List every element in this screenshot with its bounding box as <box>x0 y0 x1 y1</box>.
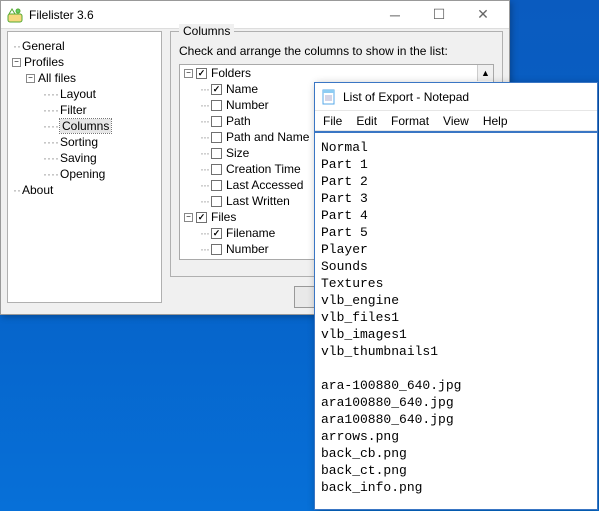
close-window-button[interactable]: ✕ <box>461 1 505 29</box>
app-icon <box>7 7 23 23</box>
menu-view[interactable]: View <box>443 114 469 128</box>
checkbox[interactable] <box>211 196 222 207</box>
nav-item-label: Saving <box>60 151 97 165</box>
collapse-icon[interactable]: − <box>184 213 193 222</box>
nav-item-saving[interactable]: ····Saving <box>12 150 157 166</box>
notepad-window: List of Export - Notepad File Edit Forma… <box>314 82 598 510</box>
notepad-separator <box>315 131 597 133</box>
column-item-label: Path and Name <box>226 130 309 144</box>
nav-item-label: Sorting <box>60 135 98 149</box>
columns-desc: Check and arrange the columns to show in… <box>179 44 494 58</box>
checkbox[interactable] <box>211 164 222 175</box>
column-item-label: Size <box>226 146 249 160</box>
column-group[interactable]: − Folders <box>180 65 493 81</box>
column-item-label: Last Accessed <box>226 178 303 192</box>
column-item-label: Creation Time <box>226 162 301 176</box>
column-item-label: Number <box>226 242 269 256</box>
checkbox[interactable] <box>211 84 222 95</box>
menu-format[interactable]: Format <box>391 114 429 128</box>
filelister-title: Filelister 3.6 <box>29 8 373 22</box>
checkbox[interactable] <box>211 116 222 127</box>
notepad-icon <box>321 89 337 105</box>
nav-item-label: Filter <box>60 103 87 117</box>
collapse-icon[interactable]: − <box>184 69 193 78</box>
collapse-icon[interactable]: − <box>12 58 21 67</box>
nav-item-filter[interactable]: ····Filter <box>12 102 157 118</box>
column-item-label: Path <box>226 258 251 260</box>
nav-item-label: Layout <box>60 87 96 101</box>
nav-item-profiles[interactable]: − Profiles <box>12 54 157 70</box>
nav-item-layout[interactable]: ····Layout <box>12 86 157 102</box>
nav-item-general[interactable]: ··General <box>12 38 157 54</box>
checkbox[interactable] <box>196 212 207 223</box>
minimize-button[interactable]: ─ <box>373 1 417 29</box>
nav-item-label: Columns <box>60 119 111 133</box>
column-item-label: Filename <box>226 226 275 240</box>
checkbox[interactable] <box>211 180 222 191</box>
column-item-label: Number <box>226 98 269 112</box>
notepad-menubar: File Edit Format View Help <box>315 111 597 131</box>
scroll-up-button[interactable]: ▲ <box>477 65 493 81</box>
checkbox[interactable] <box>211 260 222 261</box>
nav-item-about[interactable]: ··About <box>12 182 157 198</box>
nav-item-label: Opening <box>60 167 105 181</box>
menu-help[interactable]: Help <box>483 114 508 128</box>
menu-edit[interactable]: Edit <box>356 114 377 128</box>
nav-item-columns[interactable]: ····Columns <box>12 118 157 134</box>
checkbox[interactable] <box>211 148 222 159</box>
checkbox[interactable] <box>211 228 222 239</box>
column-group-label: Files <box>211 210 236 224</box>
columns-legend: Columns <box>179 24 234 38</box>
checkbox[interactable] <box>211 100 222 111</box>
notepad-textarea[interactable]: Normal Part 1 Part 2 Part 3 Part 4 Part … <box>315 135 597 509</box>
column-group-label: Folders <box>211 66 251 80</box>
nav-item-allfiles[interactable]: − All files <box>12 70 157 86</box>
column-item-label: Path <box>226 114 251 128</box>
notepad-title: List of Export - Notepad <box>343 90 469 104</box>
collapse-icon[interactable]: − <box>26 74 35 83</box>
filelister-titlebar[interactable]: Filelister 3.6 ─ ☐ ✕ <box>1 1 509 29</box>
notepad-titlebar[interactable]: List of Export - Notepad <box>315 83 597 111</box>
nav-sublist: ····Layout····Filter····Columns····Sorti… <box>12 86 157 182</box>
nav-tree: ··General − Profiles − All files ····Lay… <box>7 31 162 303</box>
checkbox[interactable] <box>196 68 207 79</box>
column-item-label: Name <box>226 82 258 96</box>
checkbox[interactable] <box>211 244 222 255</box>
checkbox[interactable] <box>211 132 222 143</box>
nav-item-opening[interactable]: ····Opening <box>12 166 157 182</box>
column-item-label: Last Written <box>226 194 290 208</box>
maximize-button[interactable]: ☐ <box>417 1 461 29</box>
menu-file[interactable]: File <box>323 114 342 128</box>
nav-item-sorting[interactable]: ····Sorting <box>12 134 157 150</box>
